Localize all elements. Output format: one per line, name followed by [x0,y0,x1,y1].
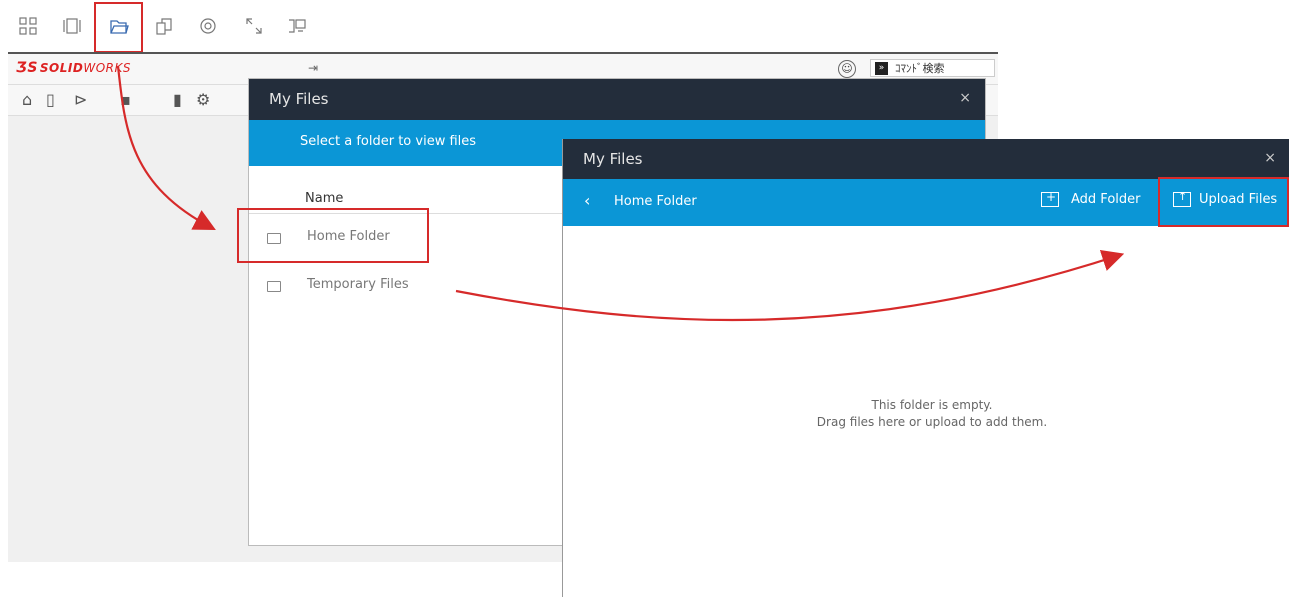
select-folder-prompt: Select a folder to view files [300,134,477,149]
close-icon[interactable]: × [1264,150,1276,166]
close-icon[interactable]: × [959,90,971,106]
home-folder-highlight [237,208,429,263]
expand-icon[interactable] [240,12,268,40]
empty-folder-message: This folder is empty. Drag files here or… [563,397,1289,431]
command-search-input[interactable]: » ｺﾏﾝﾄﾞ検索 [870,59,995,77]
dialog-title: My Files [269,90,329,108]
print-icon[interactable]: ▮ [173,90,182,109]
settings-icon[interactable] [194,12,222,40]
upload-files-highlight [1158,177,1289,227]
new-document-icon[interactable]: ▯ [46,90,55,109]
open-folder-highlight [94,2,143,53]
home-icon[interactable]: ⌂ [22,90,32,109]
column-header-name[interactable]: Name [305,191,343,206]
pin-icon[interactable]: ⇥ [308,61,318,75]
apps-grid-icon[interactable] [14,12,42,40]
folder-icon [267,281,281,292]
empty-message-line1: This folder is empty. [871,398,993,412]
folder-label: Temporary Files [307,277,409,292]
dialog-title: My Files [583,150,643,168]
command-icon: » [875,62,888,75]
add-folder-button[interactable]: Add Folder [1041,190,1140,214]
solidworks-logo: ƷS SOLIDWORKS [16,60,131,76]
back-chevron-icon[interactable]: ‹ [584,191,590,210]
smiley-icon[interactable]: ☺ [838,60,856,78]
add-folder-icon [1041,190,1059,207]
open-icon[interactable]: ⊳ [74,90,87,109]
dialog-header: My Files × [249,79,985,120]
devices-icon[interactable] [283,12,311,40]
save-icon[interactable]: ▪ [120,90,131,109]
current-folder-label: Home Folder [614,194,697,209]
copy-icon[interactable] [150,12,178,40]
options-icon[interactable]: ⚙ [196,90,210,109]
empty-message-line2: Drag files here or upload to add them. [816,415,1048,429]
dialog-header: My Files × [563,139,1289,179]
panels-icon[interactable] [58,12,86,40]
